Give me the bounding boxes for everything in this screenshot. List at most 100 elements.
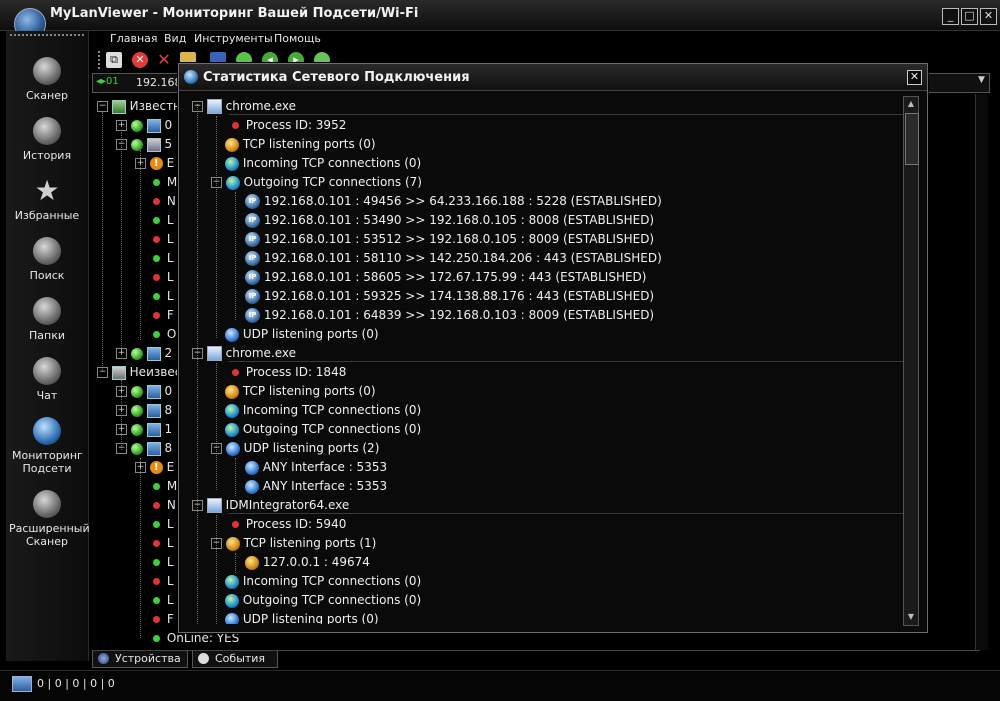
device-row[interactable]: − 8 <box>116 441 172 460</box>
status-bar <box>0 670 1000 701</box>
network-stats-icon <box>184 70 198 84</box>
connection-row: IP 192.168.0.101 : 53512 >> 192.168.0.10… <box>245 230 654 249</box>
sidebar-divider <box>10 34 84 36</box>
scroll-thumb[interactable] <box>905 113 919 165</box>
device-row[interactable]: − 5 <box>116 137 172 156</box>
delete-icon[interactable]: ✕ <box>156 52 172 68</box>
scroll-up-icon[interactable]: ▲ <box>905 98 917 110</box>
globe-icon <box>225 403 239 418</box>
process-id: Process ID: 5940 <box>229 515 346 534</box>
menu-help[interactable]: Помощь <box>274 32 321 45</box>
address-nav[interactable]: ◂▸01 <box>96 76 119 87</box>
maximize-button[interactable]: □ <box>961 8 978 25</box>
connection-row: IP 192.168.0.101 : 53490 >> 192.168.0.10… <box>245 211 654 230</box>
scroll-down-icon[interactable]: ▼ <box>905 611 917 623</box>
ip-icon: IP <box>245 213 260 228</box>
sidebar-item-subnet-monitor[interactable]: Мониторинг Подсети <box>6 417 88 475</box>
device-detail-row: M <box>150 175 177 194</box>
device-row[interactable]: + 2 <box>116 346 172 365</box>
folders-icon <box>33 297 61 325</box>
toolbar-grip <box>98 51 102 69</box>
ip-icon: IP <box>245 308 260 323</box>
incoming-tcp-node: Incoming TCP connections (0) <box>225 572 421 591</box>
tab-events[interactable]: События <box>192 651 278 668</box>
globe-icon <box>225 156 239 171</box>
connection-row: IP 192.168.0.101 : 58605 >> 172.67.175.9… <box>245 268 646 287</box>
advanced-scanner-icon <box>33 490 61 518</box>
tcp-port-icon <box>225 384 239 399</box>
star-icon: ★ <box>34 174 60 207</box>
search-icon <box>33 237 61 265</box>
device-detail-row: F <box>150 308 174 327</box>
device-detail-row: L <box>150 289 174 308</box>
stop-icon[interactable]: ✕ <box>132 52 148 68</box>
tree-line <box>235 192 236 320</box>
device-detail-row: O <box>150 327 176 346</box>
tree-line <box>235 553 236 573</box>
ip-icon: IP <box>245 232 260 247</box>
close-button[interactable]: ✕ <box>980 8 997 25</box>
main-scrollbar[interactable] <box>975 94 988 650</box>
device-detail-row: + ! E <box>135 460 175 474</box>
sidebar-item-folders[interactable]: Папки <box>6 297 88 342</box>
outgoing-tcp-node[interactable]: − Outgoing TCP connections (7) <box>211 173 422 192</box>
device-detail-row: L <box>150 574 174 593</box>
tcp-port-row: 127.0.0.1 : 49674 <box>245 553 370 572</box>
status-text: 0 | 0 | 0 | 0 | 0 <box>37 677 115 690</box>
devices-icon <box>98 653 109 664</box>
sidebar-item-chat[interactable]: Чат <box>6 357 88 402</box>
globe-icon <box>225 175 240 190</box>
history-icon <box>33 117 61 145</box>
tcp-listening-node[interactable]: − TCP listening ports (1) <box>211 534 376 553</box>
separator <box>229 361 907 362</box>
tree-line <box>216 116 217 338</box>
tcp-listening-node: TCP listening ports (0) <box>225 382 376 401</box>
udp-port-icon <box>245 460 259 475</box>
tree-group-unknown[interactable]: − Неизвес <box>97 365 181 384</box>
connection-row: IP 192.168.0.101 : 64839 >> 192.168.0.10… <box>245 306 654 325</box>
connection-row: IP 192.168.0.101 : 49456 >> 64.233.166.1… <box>245 192 662 211</box>
device-row[interactable]: + 8 <box>116 403 172 422</box>
outgoing-tcp-node: Outgoing TCP connections (0) <box>225 420 421 439</box>
menu-tools[interactable]: Инструменты <box>194 32 273 45</box>
online-status-row: OnLine: YES <box>150 631 239 650</box>
tree-line <box>197 104 198 624</box>
device-row[interactable]: + 1 <box>116 422 172 441</box>
sidebar-item-history[interactable]: История <box>6 117 88 162</box>
sidebar-item-scanner[interactable]: Сканер <box>6 57 88 102</box>
udp-port-icon <box>225 612 239 624</box>
incoming-tcp-node: Incoming TCP connections (0) <box>225 401 421 420</box>
device-detail-row: N <box>150 194 176 213</box>
dialog-scrollbar[interactable]: ▲ ▼ <box>903 96 919 626</box>
sidebar-item-favorites[interactable]: ★ Избранные <box>6 174 88 223</box>
ip-icon: IP <box>245 251 260 266</box>
dialog-title: Статистика Сетевого Подключения <box>203 70 470 85</box>
ip-icon: IP <box>245 289 260 304</box>
device-row[interactable]: + 0 <box>116 384 172 403</box>
tree-line <box>140 150 141 340</box>
tcp-port-icon <box>225 536 240 551</box>
udp-port-icon <box>225 441 240 456</box>
menu-view[interactable]: Вид <box>164 32 186 45</box>
device-detail-row: L <box>150 555 174 574</box>
copy-icon[interactable]: ⧉ <box>106 52 122 68</box>
device-detail-row: L <box>150 232 174 251</box>
udp-listening-node[interactable]: − UDP listening ports (2) <box>211 439 379 458</box>
sidebar-item-search[interactable]: Поиск <box>6 237 88 282</box>
subnet-monitor-icon <box>33 417 61 445</box>
sidebar-item-advanced-scanner[interactable]: Расширенный Сканер <box>6 490 90 548</box>
exe-icon <box>206 498 222 513</box>
tree-line <box>216 515 217 624</box>
tree-group-known[interactable]: − Известн <box>97 99 181 118</box>
chevron-down-icon[interactable]: ▼ <box>978 75 985 85</box>
ip-icon: IP <box>245 194 260 209</box>
menu-main[interactable]: Главная <box>110 32 158 45</box>
tcp-port-icon <box>225 137 239 152</box>
globe-icon <box>225 593 239 608</box>
device-row[interactable]: + 0 <box>116 118 172 137</box>
udp-port-icon <box>245 479 259 494</box>
dialog-close-button[interactable]: ✕ <box>907 70 922 85</box>
exe-icon <box>206 346 222 361</box>
tab-devices[interactable]: Устройства <box>92 651 188 668</box>
minimize-button[interactable]: _ <box>942 8 959 25</box>
